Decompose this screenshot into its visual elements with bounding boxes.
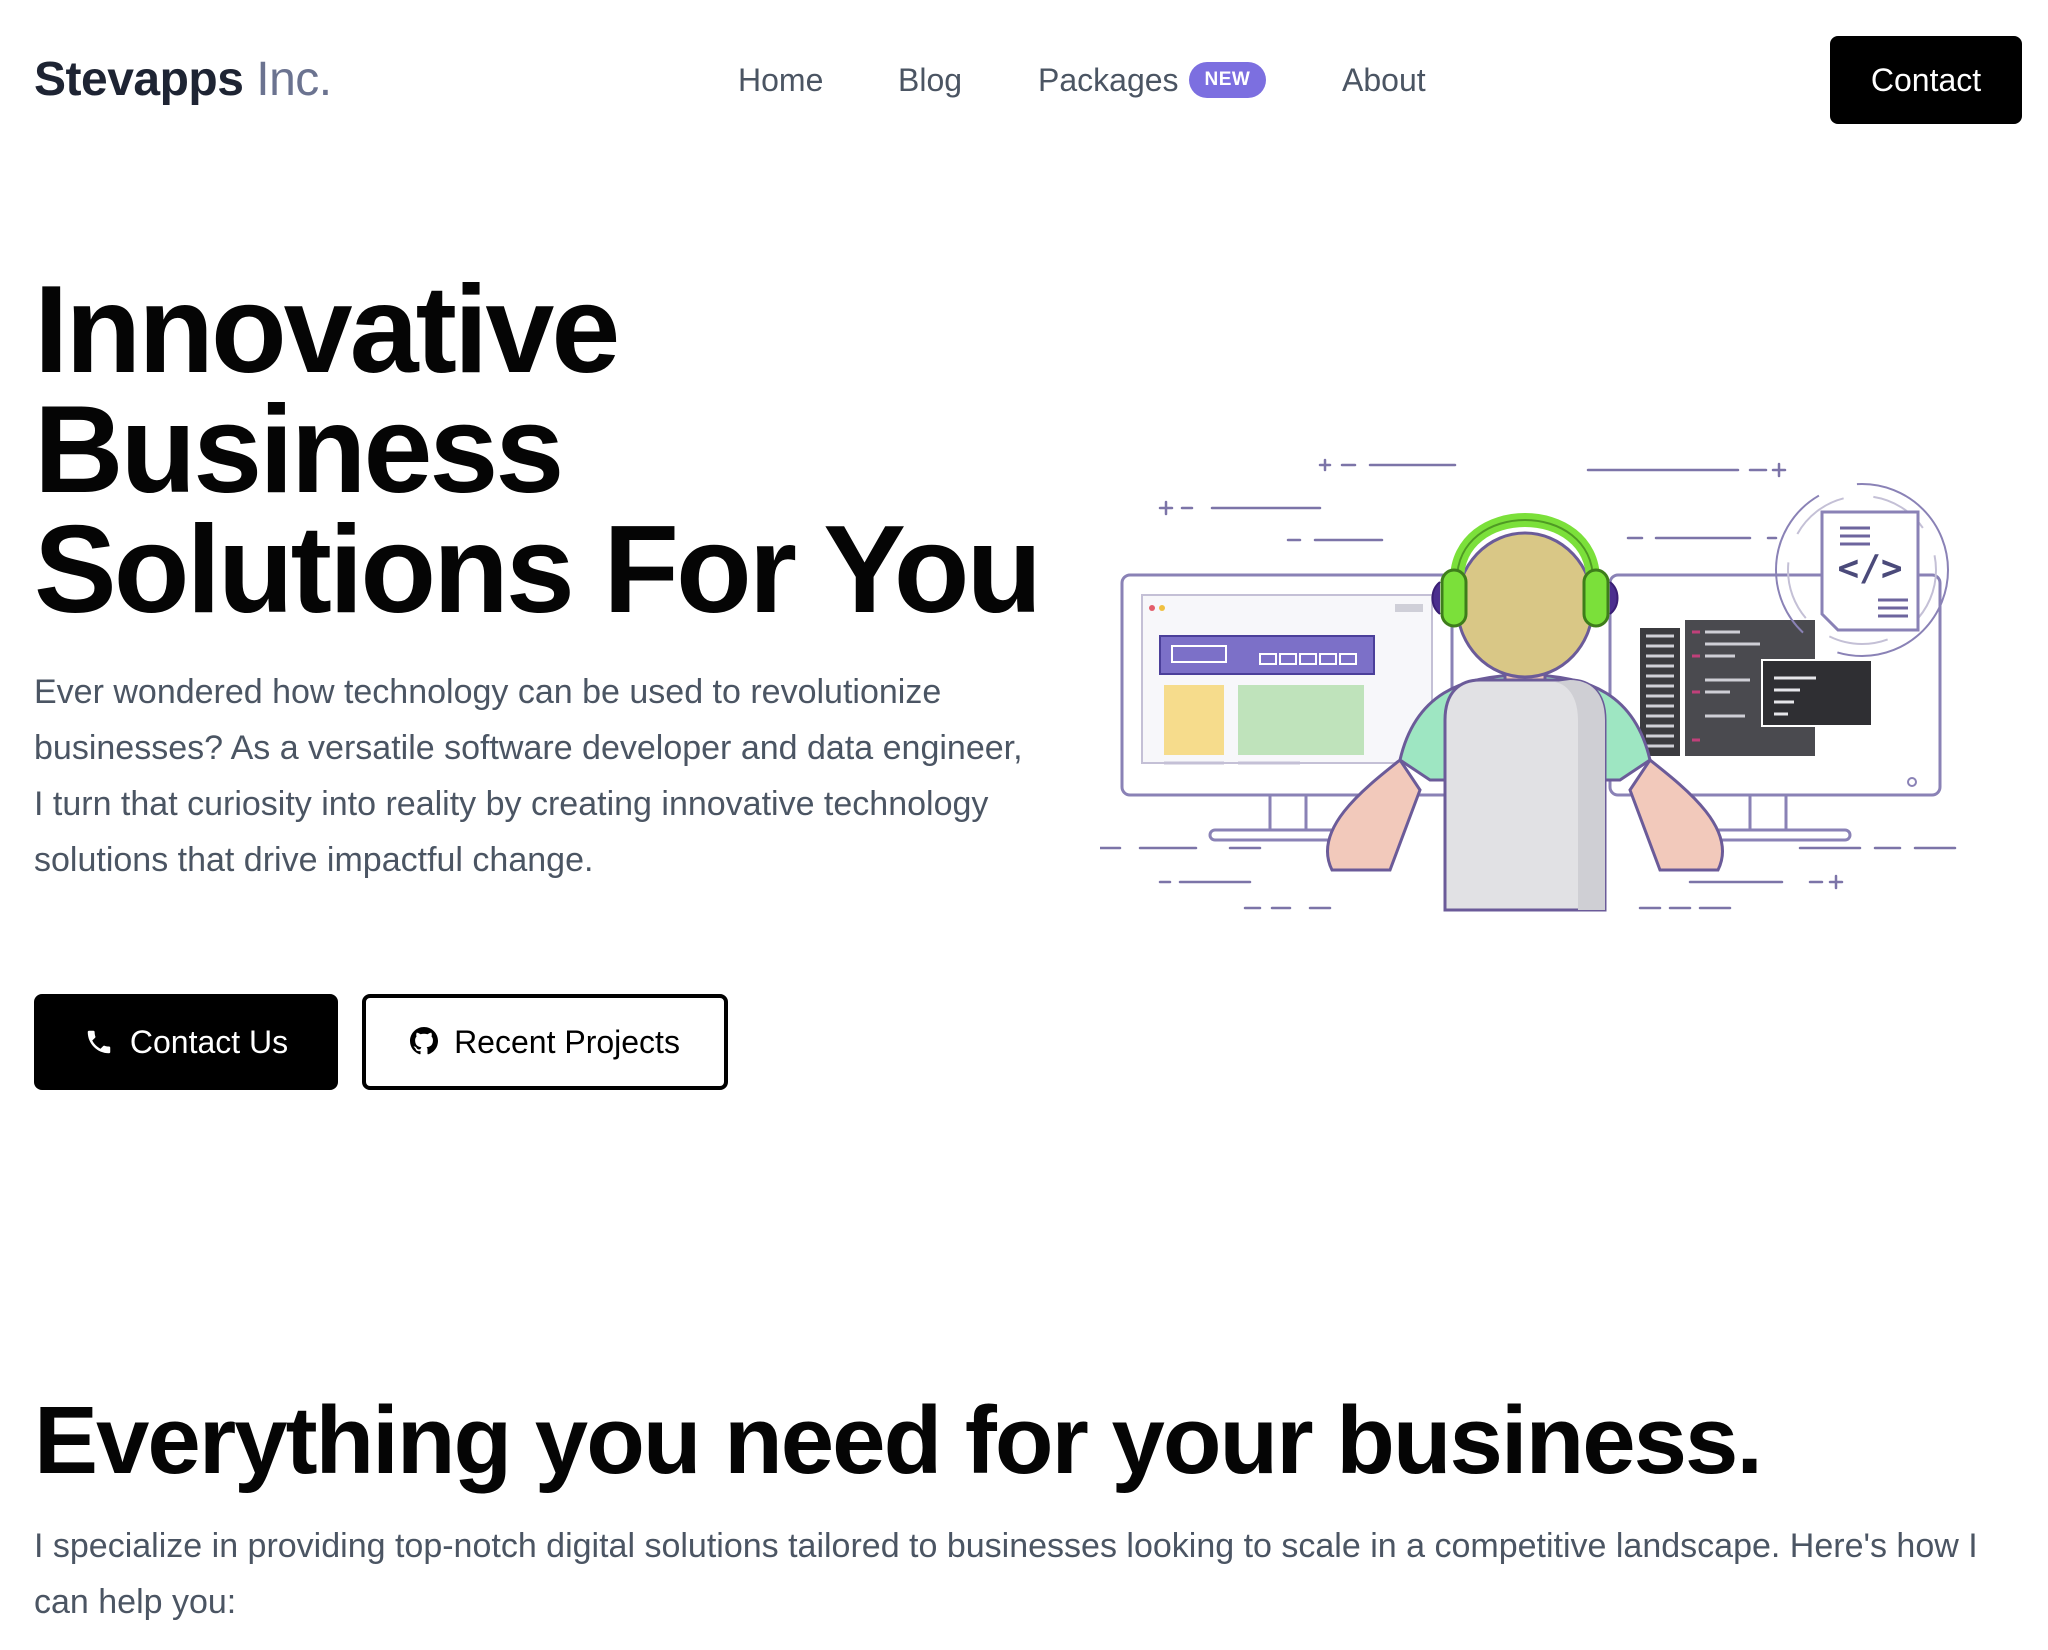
nav-packages-label: Packages (1038, 62, 1179, 98)
new-badge: NEW (1188, 62, 1267, 98)
nav-about-link[interactable]: About (1342, 52, 1426, 108)
contact-us-button[interactable]: Contact Us (34, 994, 338, 1090)
recent-projects-button[interactable]: Recent Projects (362, 994, 728, 1090)
logo-brand: Stevapps (34, 53, 244, 106)
code-symbol: </> (1837, 548, 1902, 589)
hero-title: Innovative Business Solutions For You (34, 261, 1042, 639)
section-title: Everything you need for your business. (34, 1387, 1763, 1494)
site-header: Stevapps Inc. Home Blog Packages NEW Abo… (0, 0, 2048, 160)
nav-packages-link[interactable]: Packages NEW (1038, 52, 1267, 108)
recent-projects-label: Recent Projects (454, 1023, 680, 1060)
nav-home-link[interactable]: Home (738, 52, 823, 108)
site-logo[interactable]: Stevapps Inc. (34, 52, 332, 108)
logo-suffix: Inc. (243, 53, 332, 106)
contact-button[interactable]: Contact (1830, 36, 2022, 124)
code-document-icon: </> (1775, 483, 1949, 657)
nav-blog-link[interactable]: Blog (898, 52, 962, 108)
developer-illustration: </> (1100, 458, 1957, 912)
section-description: I specialize in providing top-notch digi… (34, 1527, 1978, 1621)
phone-icon (84, 1027, 114, 1057)
contact-us-label: Contact Us (129, 1023, 289, 1060)
github-icon (410, 1027, 440, 1057)
hero-description: Ever wondered how technology can be used… (34, 673, 1023, 879)
